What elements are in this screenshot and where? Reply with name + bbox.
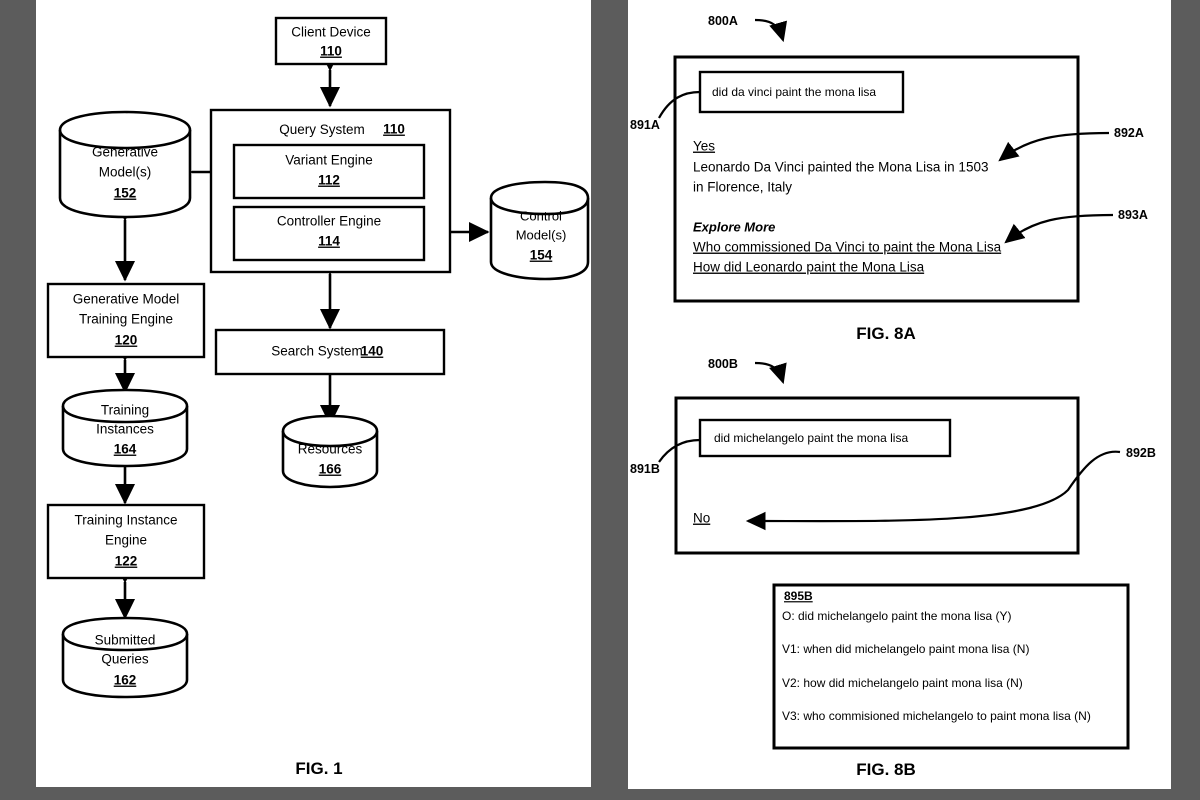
- figure-8b-label: FIG. 8B: [856, 760, 916, 779]
- client-device-ref: 110: [320, 44, 342, 59]
- explore-link-1-8a[interactable]: Who commissioned Da Vinci to paint the M…: [693, 240, 1002, 255]
- callout-891b: 891B: [630, 462, 660, 476]
- control-models-ref: 154: [530, 248, 553, 263]
- node-search-system: Search System 140: [214, 328, 446, 376]
- answer-line2-8a: in Florence, Italy: [693, 180, 792, 195]
- node-control-models: Control Model(s) 154: [489, 180, 590, 281]
- figure-8a-label: FIG. 8A: [856, 324, 916, 343]
- control-models-line2: Model(s): [516, 227, 567, 242]
- figure-8-drawing: 800A did da vinci paint the mona lisa 89…: [630, 14, 1156, 779]
- controller-engine-ref: 114: [318, 234, 340, 249]
- variant-engine-ref: 112: [318, 173, 340, 188]
- callout-892a: 892A: [1114, 126, 1144, 140]
- variant-line-1: V1: when did michelangelo paint mona lis…: [782, 642, 1029, 656]
- node-controller-engine: Controller Engine 114: [232, 205, 426, 262]
- training-instances-line1: Training: [101, 403, 149, 418]
- node-generative-model-training-engine: Generative Model Training Engine 120: [46, 282, 206, 359]
- node-submitted-queries: Submitted Queries 162: [61, 616, 189, 699]
- submitted-queries-line1: Submitted: [95, 633, 156, 648]
- query-system-title: Query System: [279, 122, 365, 137]
- controller-engine-title: Controller Engine: [277, 214, 381, 229]
- resources-line1: Resources: [298, 442, 363, 457]
- tie-line2: Engine: [105, 533, 147, 548]
- answer-line1-8a: Leonardo Da Vinci painted the Mona Lisa …: [693, 160, 988, 175]
- answer-verdict-8a: Yes: [693, 139, 715, 154]
- gmte-ref: 120: [115, 333, 138, 348]
- training-instances-line2: Instances: [96, 422, 154, 437]
- resources-ref: 166: [319, 462, 342, 477]
- submitted-queries-line2: Queries: [101, 652, 149, 667]
- gmte-line2: Training Engine: [79, 312, 173, 327]
- explore-heading-8a: Explore More: [693, 219, 775, 234]
- control-models-line1: Control: [520, 208, 562, 223]
- callout-800b: 800B: [708, 357, 738, 371]
- variants-ref-895b: 895B: [784, 589, 813, 603]
- search-system-title: Search System: [271, 344, 363, 359]
- figure-1-drawing: Client Device 110 Query System 110 Varia…: [46, 16, 590, 778]
- tie-line1: Training Instance: [74, 513, 177, 528]
- figure-1-label: FIG. 1: [295, 759, 342, 778]
- callout-892b: 892B: [1126, 446, 1156, 460]
- node-generative-models: Generative Model(s) 152: [58, 110, 192, 219]
- query-text-8a: did da vinci paint the mona lisa: [712, 85, 876, 99]
- tie-ref: 122: [115, 554, 138, 569]
- figure-1-panel: Client Device 110 Query System 110 Varia…: [36, 0, 591, 787]
- query-text-8b: did michelangelo paint the mona lisa: [714, 431, 908, 445]
- node-variant-engine: Variant Engine 112: [232, 143, 426, 200]
- callout-800a: 800A: [708, 14, 738, 28]
- variant-line-2: V2: how did michelangelo paint mona lisa…: [782, 676, 1023, 690]
- leader-800b: [754, 361, 787, 385]
- node-training-instance-engine: Training Instance Engine 122: [46, 503, 206, 580]
- query-system-ref: 110: [383, 122, 405, 137]
- generative-models-ref: 152: [114, 186, 137, 201]
- variant-line-0: O: did michelangelo paint the mona lisa …: [782, 609, 1011, 623]
- node-client-device: Client Device 110: [274, 16, 388, 66]
- node-training-instances: Training Instances 164: [61, 388, 189, 468]
- query-box-8b[interactable]: did michelangelo paint the mona lisa: [698, 418, 952, 458]
- figure-8-panel: 800A did da vinci paint the mona lisa 89…: [628, 0, 1171, 789]
- variants-box-895b: 895B O: did michelangelo paint the mona …: [772, 583, 1130, 750]
- gmte-line1: Generative Model: [73, 292, 180, 307]
- explore-link-2-8a[interactable]: How did Leonardo paint the Mona Lisa: [693, 260, 925, 275]
- patent-figure-sheet: Client Device 110 Query System 110 Varia…: [0, 0, 1200, 800]
- training-instances-ref: 164: [114, 442, 137, 457]
- search-system-ref: 140: [361, 344, 384, 359]
- generative-models-line2: Model(s): [99, 165, 152, 180]
- variant-engine-title: Variant Engine: [285, 153, 373, 168]
- client-device-title: Client Device: [291, 25, 371, 40]
- callout-891a: 891A: [630, 118, 660, 132]
- leader-800a: [754, 18, 788, 43]
- generative-models-line1: Generative: [92, 145, 158, 160]
- callout-893a: 893A: [1118, 208, 1148, 222]
- query-box-8a[interactable]: did da vinci paint the mona lisa: [698, 70, 905, 114]
- submitted-queries-ref: 162: [114, 673, 137, 688]
- variant-line-3: V3: who commisioned michelangelo to pain…: [782, 709, 1091, 723]
- answer-verdict-8b: No: [693, 511, 710, 526]
- node-resources: Resources 166: [281, 414, 379, 489]
